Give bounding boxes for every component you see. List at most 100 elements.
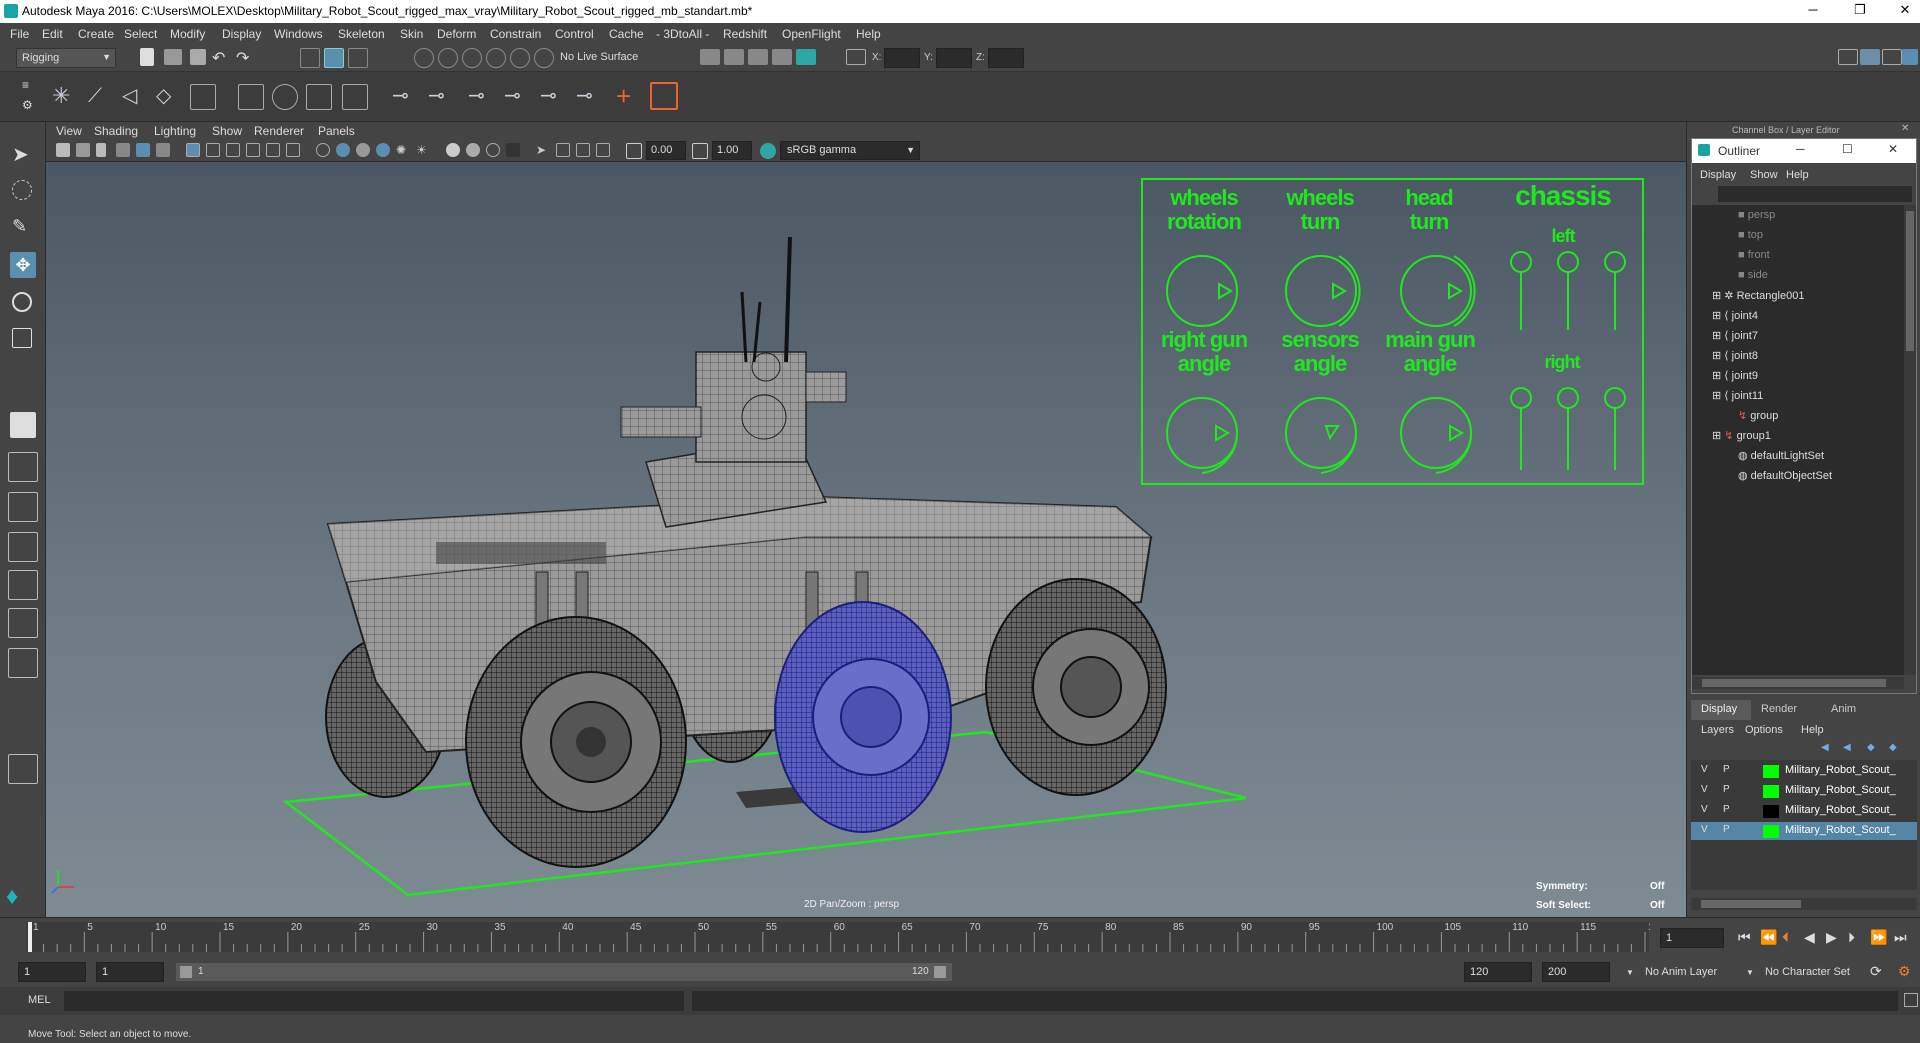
expand-icon[interactable]: ⊞: [1712, 310, 1721, 322]
new-layer-icon[interactable]: ◆: [1867, 742, 1875, 753]
snap-curve-icon[interactable]: [438, 48, 458, 68]
snap-surface-icon[interactable]: [510, 48, 530, 68]
menu-help[interactable]: Help: [856, 27, 881, 41]
select-object-icon[interactable]: [324, 48, 344, 68]
shadows-icon[interactable]: ☀: [416, 143, 430, 157]
layout-outliner-icon[interactable]: [8, 608, 38, 638]
layer-row-selected[interactable]: V P Military_Robot_Scout_: [1691, 822, 1917, 840]
outliner-item-rectangle001[interactable]: ⊞ ✲ Rectangle001: [1712, 289, 1804, 302]
layer-row[interactable]: V P Military_Robot_Scout_: [1691, 802, 1917, 820]
motion-blur-icon[interactable]: [556, 143, 570, 157]
layer-tab-render[interactable]: Render: [1761, 703, 1797, 715]
point-constraint-icon[interactable]: +: [616, 83, 636, 109]
grease-pencil-icon[interactable]: [156, 143, 170, 157]
menu-select[interactable]: Select: [124, 27, 157, 41]
render-view-icon[interactable]: [700, 49, 720, 65]
menu-constrain[interactable]: Constrain: [490, 27, 541, 41]
expand-icon[interactable]: ⊞: [1712, 390, 1721, 402]
open-scene-icon[interactable]: [164, 49, 182, 65]
layer-playback-toggle[interactable]: P: [1723, 764, 1730, 775]
layer-row[interactable]: V P Military_Robot_Scout_: [1691, 762, 1917, 780]
color-space-dropdown[interactable]: sRGB gamma ▼: [780, 141, 920, 160]
transform-mode-icon[interactable]: [846, 49, 866, 65]
outliner-item-defaultobjectset[interactable]: ◍ defaultObjectSet: [1738, 469, 1832, 482]
paint-weights-icon[interactable]: ⊸: [468, 86, 488, 106]
play-backwards-icon[interactable]: ◀: [1804, 929, 1815, 946]
lights-icon[interactable]: ✺: [396, 143, 410, 157]
gamma-field[interactable]: 1.00: [712, 141, 752, 160]
gamma-icon[interactable]: [692, 143, 708, 159]
layer-color-swatch[interactable]: [1763, 825, 1779, 838]
render-frame-icon[interactable]: [724, 49, 744, 65]
panel-menu-lighting[interactable]: Lighting: [154, 124, 196, 138]
step-forward-key-icon[interactable]: ⏩: [1870, 929, 1887, 946]
image-plane-icon[interactable]: [116, 143, 130, 157]
restore-button[interactable]: ❐: [1845, 2, 1875, 18]
outliner-item-front[interactable]: ■ front: [1738, 249, 1770, 261]
mel-input[interactable]: [64, 991, 684, 1011]
scale-tool-icon[interactable]: [12, 328, 32, 348]
outliner-close-button[interactable]: ✕: [1888, 142, 1898, 156]
panel-menu-renderer[interactable]: Renderer: [254, 124, 304, 138]
layer-color-swatch[interactable]: [1763, 765, 1779, 778]
outliner-item-side[interactable]: ■ side: [1738, 269, 1768, 281]
attribute-editor-icon[interactable]: [1860, 49, 1880, 65]
playback-end-field[interactable]: 120: [1464, 962, 1532, 982]
channel-box-icon[interactable]: [1902, 49, 1918, 65]
bookmark-icon[interactable]: [96, 143, 106, 157]
range-slider-end-handle[interactable]: [934, 966, 946, 978]
expand-icon[interactable]: ⊞: [1712, 350, 1721, 362]
gate-mask-icon[interactable]: [246, 143, 260, 157]
expand-icon[interactable]: ⊞: [1712, 370, 1721, 382]
layout-more-icon[interactable]: [8, 754, 38, 784]
outliner-item-joint7[interactable]: ⊞ ⟨ joint7: [1712, 329, 1758, 342]
layer-tab-anim[interactable]: Anim: [1831, 703, 1856, 715]
interactive-bind-icon[interactable]: ⊸: [428, 86, 448, 106]
auto-key-icon[interactable]: ⟳: [1870, 963, 1882, 980]
2d-pan-zoom-icon[interactable]: [136, 143, 150, 157]
menu-control[interactable]: Control: [555, 27, 594, 41]
current-frame-field[interactable]: 1: [1660, 928, 1724, 948]
shelf-menu-icon[interactable]: ≡: [22, 78, 29, 92]
resolution-gate-icon[interactable]: [226, 143, 240, 157]
wrap-icon[interactable]: [306, 84, 332, 110]
undo-icon[interactable]: ↶: [212, 48, 232, 68]
outliner-vscrollbar[interactable]: [1904, 205, 1916, 675]
layout-stack-icon[interactable]: [8, 570, 38, 600]
layer-color-swatch[interactable]: [1763, 805, 1779, 818]
mel-label[interactable]: MEL: [28, 994, 51, 1006]
add-influence-icon[interactable]: ⊸: [576, 86, 596, 106]
grid-icon[interactable]: [186, 143, 200, 157]
menu-skeleton[interactable]: Skeleton: [338, 27, 385, 41]
outliner-menu-display[interactable]: Display: [1700, 169, 1736, 181]
outliner-item-joint8[interactable]: ⊞ ⟨ joint8: [1712, 349, 1758, 362]
isolate-select-icon[interactable]: ➤: [536, 143, 550, 157]
go-to-end-icon[interactable]: ⏭: [1894, 929, 1907, 946]
menu-3dtoall[interactable]: - 3DtoAll -: [656, 27, 709, 41]
layout-four-icon[interactable]: [8, 492, 38, 522]
x-field[interactable]: [884, 48, 920, 68]
z-field[interactable]: [988, 48, 1024, 68]
hypershade-icon[interactable]: [796, 49, 816, 65]
snap-point-icon[interactable]: [462, 48, 482, 68]
time-slider[interactable]: 1 5 10 15 20 25 30 35 40 45 50 55 60 65 70 75 80 85 90 95 10…: [0, 917, 1920, 957]
new-layer-selected-icon[interactable]: ◆: [1889, 742, 1897, 753]
layer-playback-toggle[interactable]: P: [1723, 824, 1730, 835]
move-tool-icon[interactable]: ✥: [10, 252, 36, 278]
layer-name[interactable]: Military_Robot_Scout_: [1785, 804, 1896, 816]
layer-menu-help[interactable]: Help: [1801, 724, 1824, 736]
bind-skin-icon[interactable]: ⊸: [392, 86, 412, 106]
layer-playback-toggle[interactable]: P: [1723, 784, 1730, 795]
exposure-field[interactable]: 0.00: [646, 141, 686, 160]
exposure-icon[interactable]: [626, 143, 642, 159]
scene-start-field[interactable]: 1: [18, 962, 86, 982]
wireframe-icon[interactable]: [316, 143, 330, 157]
select-component-icon[interactable]: [348, 48, 368, 68]
layer-menu-options[interactable]: Options: [1745, 724, 1783, 736]
snap-grid-icon[interactable]: [414, 48, 434, 68]
step-back-frame-icon[interactable]: ⏴: [1782, 929, 1789, 946]
current-time-indicator[interactable]: [28, 922, 32, 952]
menu-redshift[interactable]: Redshift: [723, 27, 767, 41]
ipr-render-icon[interactable]: [748, 49, 768, 65]
animation-preferences-icon[interactable]: ⚙: [1898, 963, 1911, 980]
